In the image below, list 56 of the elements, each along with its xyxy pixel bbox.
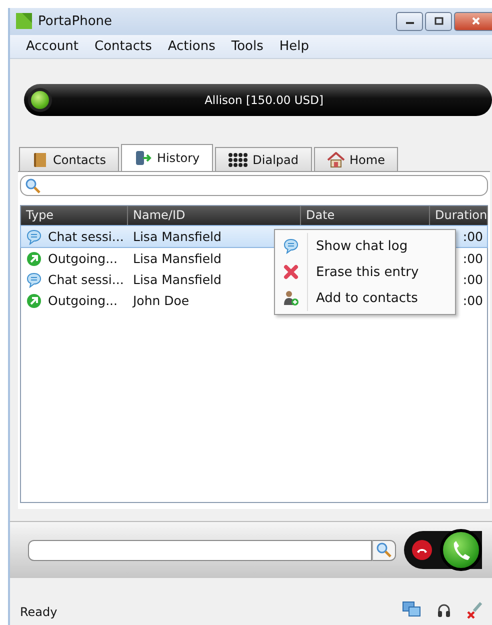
phone-down-icon <box>416 546 428 554</box>
phone-icon <box>451 539 471 562</box>
table-cell: :00 <box>462 272 483 288</box>
search-icon <box>25 178 41 194</box>
table-cell: Lisa Mansfield <box>133 229 222 244</box>
menu-item[interactable]: Erase this entry <box>275 259 455 286</box>
menu-item[interactable]: Contacts <box>86 39 160 54</box>
search-icon <box>376 542 392 558</box>
table-cell: :00 <box>462 229 483 244</box>
speech-bubble-icon <box>26 228 42 245</box>
status-text: Ready <box>20 604 58 619</box>
dialpad-icon <box>228 152 248 168</box>
arrow-circle-icon <box>26 292 42 309</box>
close-button[interactable] <box>454 12 492 31</box>
app-logo-icon <box>16 13 32 30</box>
close-icon <box>471 17 481 26</box>
table-cell: :00 <box>462 251 483 266</box>
table-cell: Chat sessi... <box>48 272 124 288</box>
call-button[interactable] <box>440 529 482 572</box>
tab[interactable]: Contacts <box>19 147 119 172</box>
speech-bubble-icon <box>26 272 42 288</box>
speech-bubble-icon <box>283 238 299 254</box>
number-field[interactable] <box>28 540 372 561</box>
window-title: PortaPhone <box>38 14 112 29</box>
book-icon <box>32 152 48 168</box>
menu-item[interactable]: Account <box>18 39 86 54</box>
tab[interactable]: History <box>120 144 213 172</box>
maximize-icon <box>434 17 444 26</box>
table-cell: :00 <box>462 293 483 308</box>
account-bar[interactable]: Allison [150.00 USD] <box>24 84 492 116</box>
menu-item[interactable]: Actions <box>160 39 224 54</box>
phone-arrow-icon <box>134 150 152 166</box>
menu-item[interactable]: Help <box>271 39 318 54</box>
table-cell: Chat sessi... <box>48 229 124 244</box>
muted-microphone-icon <box>466 600 484 619</box>
headphones-icon <box>436 602 452 618</box>
account-label: Allison [150.00 USD] <box>204 93 324 108</box>
tab[interactable]: Home <box>314 147 398 172</box>
table-cell: Outgoing... <box>48 293 118 308</box>
minimize-button[interactable] <box>396 12 423 31</box>
menu-item[interactable]: Add to contacts <box>275 285 455 312</box>
cross-icon <box>283 264 299 280</box>
monitors-icon <box>402 600 422 619</box>
arrow-circle-icon <box>26 250 42 267</box>
table-cell: Lisa Mansfield <box>133 251 222 266</box>
maximize-button[interactable] <box>425 12 452 31</box>
house-icon <box>326 152 345 168</box>
hang-up-button[interactable] <box>412 540 432 560</box>
table-cell: Outgoing... <box>48 251 118 266</box>
person-plus-icon <box>283 290 299 306</box>
search-button[interactable] <box>372 540 396 561</box>
search-field[interactable] <box>20 175 488 196</box>
table-cell: Lisa Mansfield <box>133 272 222 288</box>
tab[interactable]: Dialpad <box>214 147 312 172</box>
menu-item[interactable]: Tools <box>223 39 272 54</box>
table-cell: John Doe <box>133 293 190 308</box>
